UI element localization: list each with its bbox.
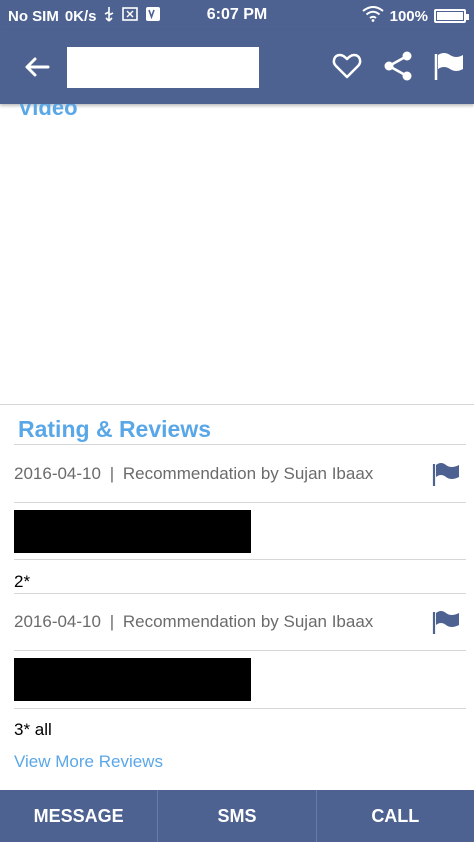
review-author: Recommendation by Sujan Ibaax (122, 612, 374, 631)
battery-text: 100% (389, 7, 428, 25)
review-date: 2016-04-10 (14, 464, 101, 483)
share-icon[interactable] (382, 50, 414, 82)
row-divider (14, 650, 466, 651)
review-author: Recommendation by Sujan Ibaax (122, 464, 374, 483)
review-text-redacted (14, 510, 251, 553)
sms-button[interactable]: SMS (158, 790, 317, 842)
row-divider (14, 708, 466, 709)
battery-level (437, 12, 463, 20)
flag-icon[interactable] (433, 50, 465, 82)
video-section-label: Video (18, 104, 78, 120)
report-flag-icon[interactable] (432, 609, 460, 635)
review-separator: | (109, 612, 115, 631)
review-text-redacted (14, 658, 251, 701)
status-bar: No SIM 0K/s 6:07 PM 100% (0, 0, 474, 30)
row-divider (14, 444, 466, 445)
call-button[interactable]: CALL (317, 790, 474, 842)
row-divider (14, 593, 466, 594)
review-header: 2016-04-10 | Recommendation by Sujan Iba… (14, 612, 373, 632)
review-date: 2016-04-10 (14, 612, 101, 631)
view-more-reviews-link[interactable]: View More Reviews (14, 752, 163, 772)
review-rating: 2* (14, 572, 31, 591)
row-divider (14, 502, 466, 503)
wifi-icon (362, 6, 384, 26)
reviews-title: Rating & Reviews (18, 416, 211, 442)
arrow-left-icon[interactable] (22, 52, 52, 82)
status-right: 100% (362, 6, 469, 26)
section-divider (0, 404, 474, 405)
bottom-action-bar: MESSAGE SMS CALL (0, 790, 474, 842)
message-button[interactable]: MESSAGE (0, 790, 159, 842)
review-separator: | (109, 464, 115, 483)
review-rating: 3* all (14, 720, 52, 739)
review-header: 2016-04-10 | Recommendation by Sujan Iba… (14, 464, 373, 484)
page-title (67, 47, 259, 88)
row-divider (14, 559, 466, 560)
battery-icon (434, 9, 469, 23)
report-flag-icon[interactable] (432, 461, 460, 487)
heart-icon[interactable] (331, 50, 363, 82)
app-bar (0, 30, 474, 104)
